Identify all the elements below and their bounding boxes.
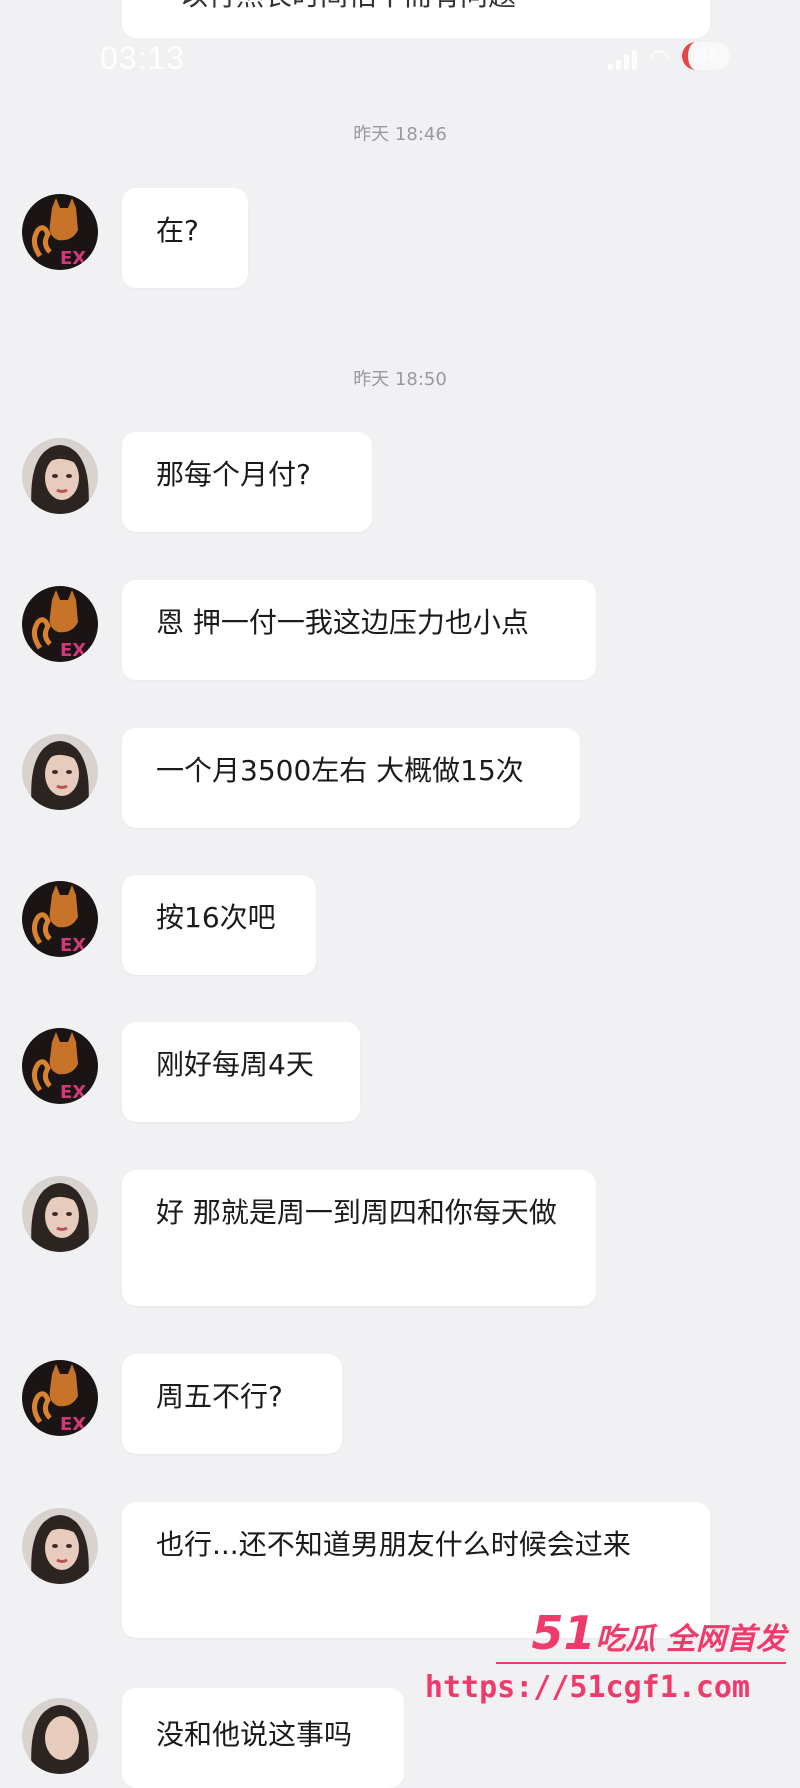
cat-avatar-icon: EX [22,1028,98,1104]
timestamp: 昨天 18:50 [353,369,447,390]
message-bubble[interactable]: 没和他说这事吗 [122,1688,404,1788]
avatar-woman[interactable] [22,734,98,810]
woman-avatar-icon [22,734,98,810]
message-text: 恩 押一付一我这边压力也小点 [156,606,529,639]
message-text: 一个月3500左右 大概做15次 [156,754,524,787]
woman-avatar-icon [22,1176,98,1252]
watermark-number: 51 [531,1606,596,1660]
message-bubble[interactable]: 周五不行? [122,1354,342,1454]
status-time: 03:13 [100,40,186,76]
avatar-cat[interactable]: EX [22,194,98,270]
wifi-icon: ◠ [649,45,670,72]
status-icons: ◠ 16 [608,42,730,72]
message-text: 没和他说这事吗 [156,1718,353,1751]
cat-avatar-icon: EX [22,1360,98,1436]
message-bubble[interactable]: 刚好每周4天 [122,1022,360,1122]
partial-message-text: 以行然长时间怕不而有问题 [180,0,516,14]
cat-avatar-icon: EX [22,881,98,957]
avatar-label: EX [60,640,86,661]
signal-icon [608,48,638,70]
message-bubble[interactable]: 按16次吧 [122,875,316,975]
woman-avatar-icon [22,438,98,514]
avatar-woman[interactable] [22,1508,98,1584]
message-text: 刚好每周4天 [156,1048,314,1081]
avatar-cat[interactable]: EX [22,1028,98,1104]
avatar-cat[interactable]: EX [22,1360,98,1436]
message-text: 也行...还不知道男朋友什么时候会过来 [156,1528,631,1561]
battery-icon: 16 [682,42,730,70]
avatar-woman[interactable] [22,438,98,514]
cat-avatar-icon: EX [22,586,98,662]
avatar-label: EX [60,1082,86,1103]
message-bubble[interactable]: 那每个月付? [122,432,372,532]
avatar-woman[interactable] [22,1698,98,1774]
woman-avatar-icon [22,1508,98,1584]
message-text: 周五不行? [156,1380,283,1413]
message-bubble[interactable]: 在? [122,188,248,288]
watermark-brand: 51吃瓜 全网首发 [532,1606,786,1660]
message-text: 按16次吧 [156,901,276,934]
message-text: 在? [156,214,199,247]
avatar-cat[interactable]: EX [22,586,98,662]
watermark-url: https://51cgf1.com [424,1670,750,1705]
watermark-divider [496,1662,786,1664]
cat-avatar-icon: EX [22,194,98,270]
battery-level: 16 [700,47,718,64]
message-text: 好 那就是周一到周四和你每天做 [156,1196,557,1229]
partial-message-bubble: 以行然长时间怕不而有问题 [122,0,710,38]
message-text: 那每个月付? [156,458,311,491]
message-bubble[interactable]: 好 那就是周一到周四和你每天做 [122,1170,596,1306]
timestamp: 昨天 18:46 [353,124,447,145]
avatar-cat[interactable]: EX [22,881,98,957]
avatar-woman[interactable] [22,1176,98,1252]
watermark: 51吃瓜 全网首发 https://51cgf1.com [425,1600,794,1720]
watermark-text: 吃瓜 全网首发 [595,1622,786,1657]
woman-avatar-icon [22,1698,98,1774]
message-bubble[interactable]: 恩 押一付一我这边压力也小点 [122,580,596,680]
status-bar: 03:13 ◠ 16 [100,36,730,80]
message-bubble[interactable]: 一个月3500左右 大概做15次 [122,728,580,828]
avatar-label: EX [60,1414,86,1435]
avatar-label: EX [60,248,86,269]
avatar-label: EX [60,935,86,956]
